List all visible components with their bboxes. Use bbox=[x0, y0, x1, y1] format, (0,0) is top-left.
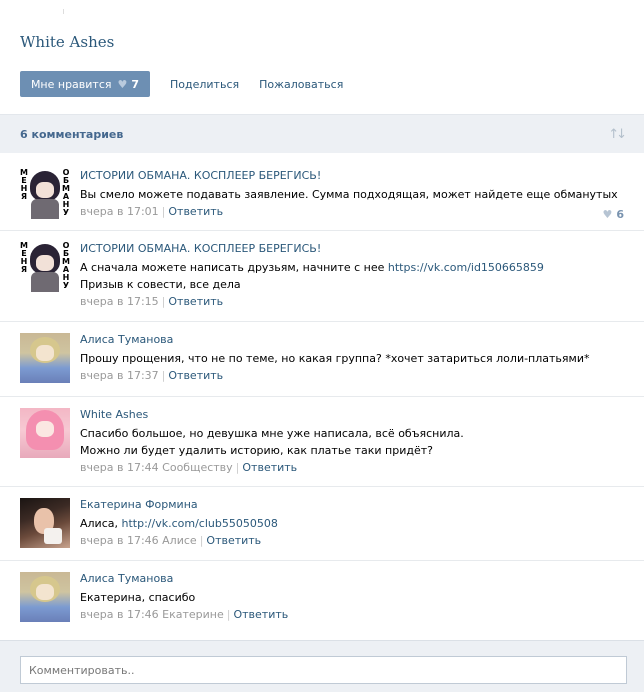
heart-icon: ♥ bbox=[602, 208, 613, 221]
like-count: 7 bbox=[131, 77, 140, 91]
reply-link[interactable]: Ответить bbox=[242, 461, 297, 474]
comment-meta: вчера в 17:01 | Ответить bbox=[80, 205, 224, 218]
avatar-text-left: МЕНЯ bbox=[20, 242, 28, 274]
comments-header: 6 комментариев ↑↓ bbox=[0, 114, 644, 153]
comment-input[interactable] bbox=[20, 656, 627, 684]
top-divider-tick bbox=[63, 9, 64, 14]
avatar[interactable] bbox=[20, 333, 70, 383]
post-actions: Мне нравится ♥ 7 Поделиться Пожаловаться bbox=[20, 71, 343, 97]
comment-time[interactable]: вчера в 17:44 bbox=[80, 461, 159, 474]
comment-text: Екатерина, спасибо bbox=[80, 591, 196, 604]
comment-author[interactable]: ИСТОРИИ ОБМАНА. КОСПЛЕЕР БЕРЕГИСЬ! bbox=[80, 242, 554, 256]
comment-time[interactable]: вчера в 17:37 bbox=[80, 369, 159, 382]
comment-meta: вчера в 17:37 | Ответить bbox=[80, 369, 224, 382]
comment-meta: вчера в 17:15 | Ответить bbox=[80, 295, 224, 308]
comment-item: Екатерина Формина Алиса, http://vk.com/c… bbox=[0, 487, 644, 561]
comment-text: Алиса, http://vk.com/club55050508 bbox=[80, 517, 278, 530]
avatar[interactable]: МЕНЯ ОБМАНУ bbox=[20, 242, 70, 292]
like-button[interactable]: Мне нравится ♥ 7 bbox=[20, 71, 150, 97]
comment-item: МЕНЯ ОБМАНУ ИСТОРИИ ОБМАНА. КОСПЛЕЕР БЕР… bbox=[0, 153, 644, 231]
comments-count: 6 комментариев bbox=[20, 127, 124, 141]
comment-author[interactable]: Екатерина Формина bbox=[80, 498, 624, 512]
heart-icon: ♥ bbox=[117, 77, 128, 91]
comment-text: Спасибо большое, но девушка мне уже напи… bbox=[80, 427, 464, 457]
comment-link[interactable]: http://vk.com/club55050508 bbox=[122, 517, 278, 530]
comment-meta: вчера в 17:44 Сообществу | Ответить bbox=[80, 461, 298, 474]
avatar[interactable] bbox=[20, 572, 70, 622]
comment-author[interactable]: Алиса Туманова bbox=[80, 572, 624, 586]
reply-link[interactable]: Ответить bbox=[233, 608, 288, 621]
reply-link[interactable]: Ответить bbox=[168, 295, 223, 308]
comment-composer bbox=[0, 640, 644, 692]
post-title[interactable]: White Ashes bbox=[20, 33, 114, 51]
reply-to[interactable]: Екатерине bbox=[162, 608, 224, 621]
comment-time[interactable]: вчера в 17:01 bbox=[80, 205, 159, 218]
comment-meta: вчера в 17:46 Екатерине | Ответить bbox=[80, 608, 289, 621]
like-button-label: Мне нравится bbox=[30, 77, 112, 91]
reply-to[interactable]: Сообществу bbox=[162, 461, 233, 474]
comment-item: Алиса Туманова Прошу прощения, что не по… bbox=[0, 322, 644, 397]
avatar[interactable] bbox=[20, 408, 70, 458]
comment-time[interactable]: вчера в 17:46 bbox=[80, 608, 159, 621]
comment-time[interactable]: вчера в 17:46 bbox=[80, 534, 159, 547]
reply-link[interactable]: Ответить bbox=[168, 369, 223, 382]
comments-list: МЕНЯ ОБМАНУ ИСТОРИИ ОБМАНА. КОСПЛЕЕР БЕР… bbox=[0, 153, 644, 640]
comment-text: А сначала можете написать друзьям, начни… bbox=[80, 261, 544, 291]
comment-meta: вчера в 17:46 Алисе | Ответить bbox=[80, 534, 262, 547]
comment-like-button[interactable]: ♥ 6 bbox=[602, 208, 624, 221]
share-link[interactable]: Поделиться bbox=[170, 78, 239, 91]
comment-author[interactable]: Алиса Туманова bbox=[80, 333, 624, 347]
reply-to[interactable]: Алисе bbox=[162, 534, 197, 547]
comment-item: White Ashes Спасибо большое, но девушка … bbox=[0, 397, 644, 487]
comment-link[interactable]: https://vk.com/id150665859 bbox=[388, 261, 544, 274]
avatar[interactable] bbox=[20, 498, 70, 548]
comment-item: Алиса Туманова Екатерина, спасибо вчера … bbox=[0, 561, 644, 640]
comment-text: Прошу прощения, что не по теме, но какая… bbox=[80, 352, 590, 365]
avatar-text-left: МЕНЯ bbox=[20, 169, 28, 201]
reply-link[interactable]: Ответить bbox=[168, 205, 223, 218]
avatar-text-right: ОБМАНУ bbox=[62, 169, 70, 217]
avatar[interactable]: МЕНЯ ОБМАНУ bbox=[20, 169, 70, 219]
sort-arrows-icon[interactable]: ↑↓ bbox=[608, 127, 627, 142]
comment-item: МЕНЯ ОБМАНУ ИСТОРИИ ОБМАНА. КОСПЛЕЕР БЕР… bbox=[0, 231, 644, 322]
comment-text: Вы смело можете подавать заявление. Сумм… bbox=[80, 188, 618, 201]
comment-like-count: 6 bbox=[616, 208, 624, 221]
comment-author[interactable]: ИСТОРИИ ОБМАНА. КОСПЛЕЕР БЕРЕГИСЬ! bbox=[80, 169, 624, 183]
report-link[interactable]: Пожаловаться bbox=[259, 78, 343, 91]
reply-link[interactable]: Ответить bbox=[206, 534, 261, 547]
avatar-text-right: ОБМАНУ bbox=[62, 242, 70, 290]
comment-time[interactable]: вчера в 17:15 bbox=[80, 295, 159, 308]
comment-author[interactable]: White Ashes bbox=[80, 408, 624, 422]
